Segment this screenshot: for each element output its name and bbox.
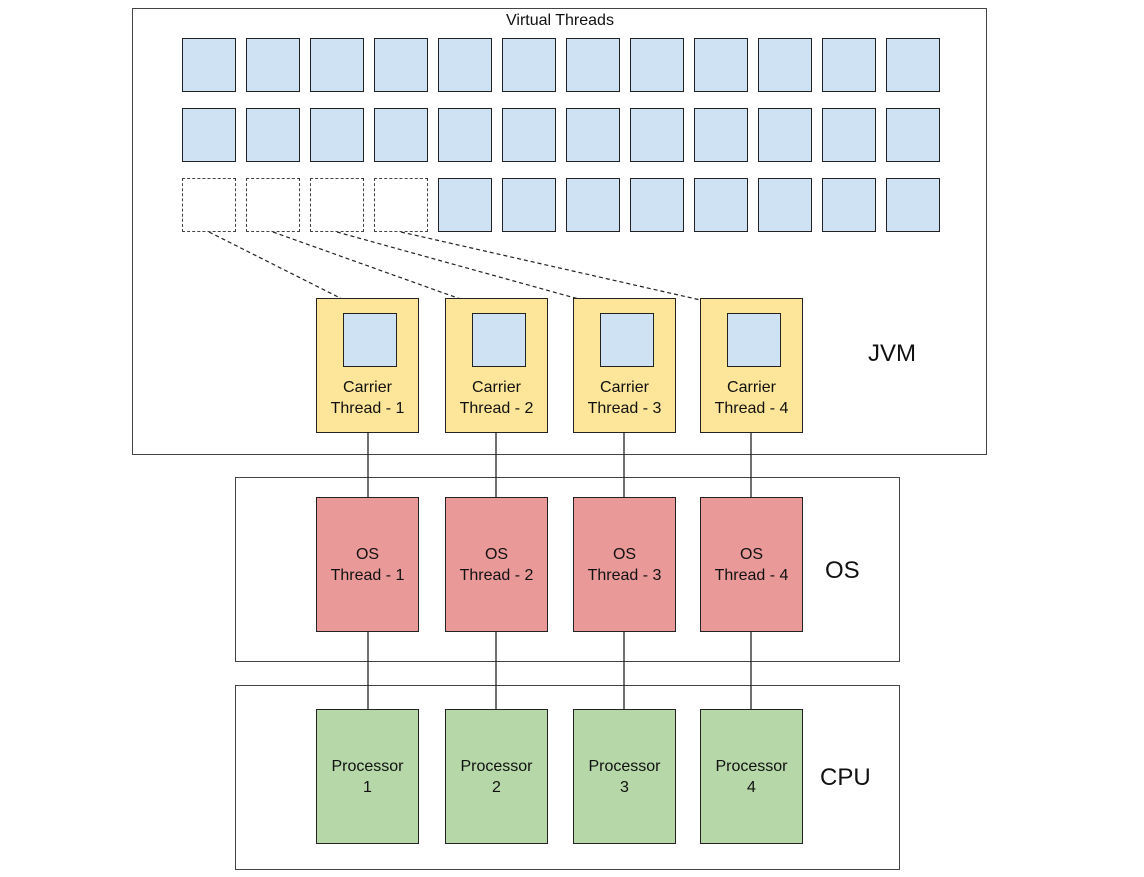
virtual-thread (502, 38, 556, 92)
os-thread-label: OS (612, 545, 637, 563)
virtual-thread (438, 178, 492, 232)
processor-label: 3 (620, 778, 629, 796)
cpu-label: CPU (820, 764, 871, 791)
virtual-thread (246, 38, 300, 92)
virtual-thread (694, 108, 748, 162)
processor-label: Processor (588, 757, 661, 775)
os-thread-4: OS Thread - 4 (700, 497, 803, 632)
os-thread-label: Thread - 4 (714, 566, 789, 584)
virtual-thread (310, 108, 364, 162)
virtual-thread (886, 38, 940, 92)
carrier-label: Carrier (727, 379, 776, 396)
os-label: OS (825, 557, 860, 584)
virtual-thread (566, 38, 620, 92)
carrier-thread-1: Carrier Thread - 1 (316, 298, 419, 433)
processor-1: Processor 1 (316, 709, 419, 844)
os-thread-1: OS Thread - 1 (316, 497, 419, 632)
unmounted-virtual-thread-slot (246, 178, 300, 232)
virtual-thread (566, 178, 620, 232)
virtual-thread (182, 38, 236, 92)
virtual-thread (630, 38, 684, 92)
processor-3: Processor 3 (573, 709, 676, 844)
processor-label: Processor (460, 757, 533, 775)
virtual-threads-title: Virtual Threads (506, 12, 614, 29)
processor-label: 2 (492, 778, 501, 796)
os-thread-2: OS Thread - 2 (445, 497, 548, 632)
virtual-thread (374, 108, 428, 162)
processor-4: Processor 4 (700, 709, 803, 844)
carrier-label: Thread - 3 (587, 400, 662, 417)
virtual-thread (182, 108, 236, 162)
virtual-thread (694, 38, 748, 92)
carrier-thread-4: Carrier Thread - 4 (700, 298, 803, 433)
unmounted-virtual-thread-slot (310, 178, 364, 232)
os-thread-label: Thread - 1 (330, 566, 405, 584)
virtual-thread (822, 108, 876, 162)
mounted-virtual-thread (727, 313, 781, 367)
os-thread-label: OS (739, 545, 764, 563)
virtual-thread (758, 108, 812, 162)
carrier-label: Thread - 1 (330, 400, 405, 417)
processor-2: Processor 2 (445, 709, 548, 844)
virtual-thread (758, 178, 812, 232)
virtual-thread (630, 178, 684, 232)
os-thread-label: Thread - 2 (459, 566, 534, 584)
unmounted-virtual-thread-slot (182, 178, 236, 232)
carrier-label: Carrier (343, 379, 392, 396)
virtual-thread (822, 38, 876, 92)
carrier-thread-3: Carrier Thread - 3 (573, 298, 676, 433)
mounted-virtual-thread (343, 313, 397, 367)
virtual-thread (566, 108, 620, 162)
virtual-thread (246, 108, 300, 162)
os-thread-label: OS (484, 545, 509, 563)
carrier-label: Thread - 4 (714, 400, 789, 417)
carrier-label: Carrier (472, 379, 521, 396)
carrier-label: Thread - 2 (459, 400, 534, 417)
jvm-label: JVM (868, 340, 916, 367)
processor-label: 1 (363, 778, 372, 796)
os-thread-label: Thread - 3 (587, 566, 662, 584)
processor-label: Processor (331, 757, 404, 775)
virtual-thread (502, 178, 556, 232)
virtual-thread (758, 38, 812, 92)
processor-label: Processor (715, 757, 788, 775)
mounted-virtual-thread (600, 313, 654, 367)
virtual-thread (502, 108, 556, 162)
virtual-thread (310, 38, 364, 92)
virtual-thread (822, 178, 876, 232)
carrier-label: Carrier (600, 379, 649, 396)
virtual-thread (886, 178, 940, 232)
virtual-thread (694, 178, 748, 232)
virtual-thread (630, 108, 684, 162)
virtual-thread (374, 38, 428, 92)
mounted-virtual-thread (472, 313, 526, 367)
os-thread-3: OS Thread - 3 (573, 497, 676, 632)
virtual-thread (886, 108, 940, 162)
unmounted-virtual-thread-slot (374, 178, 428, 232)
virtual-thread (438, 108, 492, 162)
virtual-thread (438, 38, 492, 92)
processor-label: 4 (747, 778, 756, 796)
carrier-thread-2: Carrier Thread - 2 (445, 298, 548, 433)
os-thread-label: OS (355, 545, 380, 563)
